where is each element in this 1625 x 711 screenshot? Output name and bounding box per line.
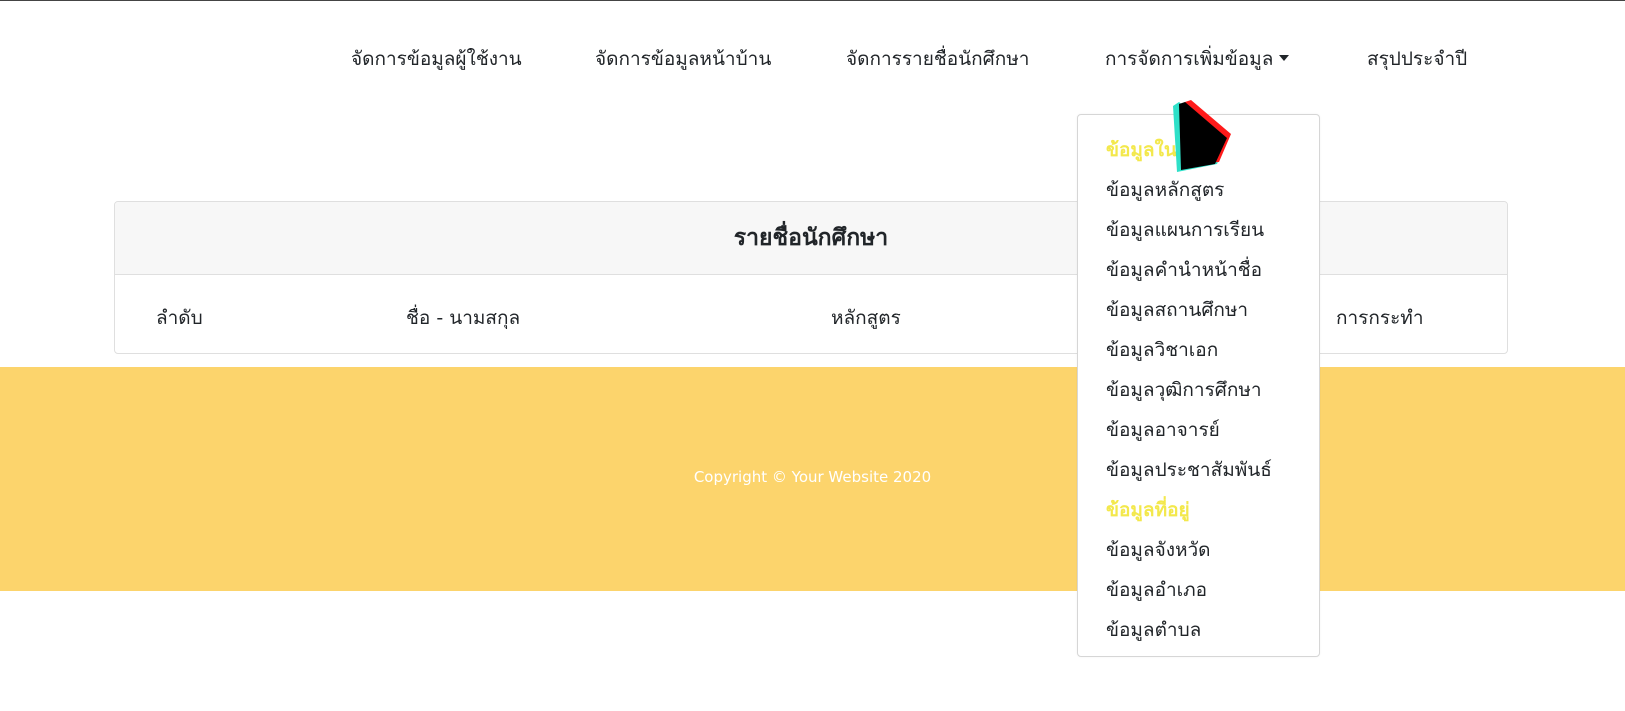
dropdown-item-name-prefix[interactable]: ข้อมูลคำนำหน้าชื่อ (1106, 255, 1262, 285)
nav-add-data-label: การจัดการเพิ่มข้อมูล (1105, 48, 1274, 70)
column-header-name: ชื่อ - นามสกุล (406, 307, 521, 329)
column-header-order: ลำดับ (156, 307, 203, 329)
nav-annual-summary[interactable]: สรุปประจำปี (1367, 44, 1467, 74)
copyright-text: Copyright © Your Website 2020 (693, 468, 932, 486)
dropdown-item-major[interactable]: ข้อมูลวิชาเอก (1106, 335, 1218, 365)
nav-manage-users[interactable]: จัดการข้อมูลผู้ใช้งาน (351, 44, 522, 74)
nav-add-data-dropdown[interactable]: การจัดการเพิ่มข้อมูล (1105, 44, 1290, 74)
dropdown-item-curriculum[interactable]: ข้อมูลหลักสูตร (1106, 175, 1224, 205)
dropdown-header-address: ข้อมูลที่อยู่ (1106, 499, 1190, 521)
column-header-program: หลักสูตร (831, 307, 901, 329)
caret-down-icon (1279, 54, 1290, 61)
top-border (0, 0, 1625, 1)
dropdown-item-study-plan[interactable]: ข้อมูลแผนการเรียน (1106, 215, 1264, 245)
dropdown-item-province[interactable]: ข้อมูลจังหวัด (1106, 535, 1211, 565)
dropdown-item-subdistrict[interactable]: ข้อมูลตำบล (1106, 615, 1201, 645)
column-header-action: การกระทำ (1336, 307, 1424, 329)
card-title: รายชื่อนักศึกษา (733, 225, 889, 251)
footer: Copyright © Your Website 2020 (0, 367, 1625, 591)
dropdown-item-announcement[interactable]: ข้อมูลประชาสัมพันธ์ (1106, 455, 1272, 485)
add-data-dropdown-menu: ข้อมูลใน ข้อมูลหลักสูตร ข้อมูลแผนการเรีย… (1077, 114, 1320, 657)
dropdown-item-teacher[interactable]: ข้อมูลอาจารย์ (1106, 415, 1220, 445)
dropdown-item-district[interactable]: ข้อมูลอำเภอ (1106, 575, 1207, 605)
nav-manage-students[interactable]: จัดการรายชื่อนักศึกษา (846, 44, 1029, 74)
top-navbar: จัดการข้อมูลผู้ใช้งาน จัดการข้อมูลหน้าบ้… (0, 36, 1625, 76)
dropdown-item-qualification[interactable]: ข้อมูลวุฒิการศึกษา (1106, 375, 1262, 405)
pointer-cursor-icon (1173, 100, 1231, 172)
nav-manage-frontend[interactable]: จัดการข้อมูลหน้าบ้าน (595, 44, 771, 74)
dropdown-item-institution[interactable]: ข้อมูลสถานศึกษา (1106, 295, 1248, 325)
